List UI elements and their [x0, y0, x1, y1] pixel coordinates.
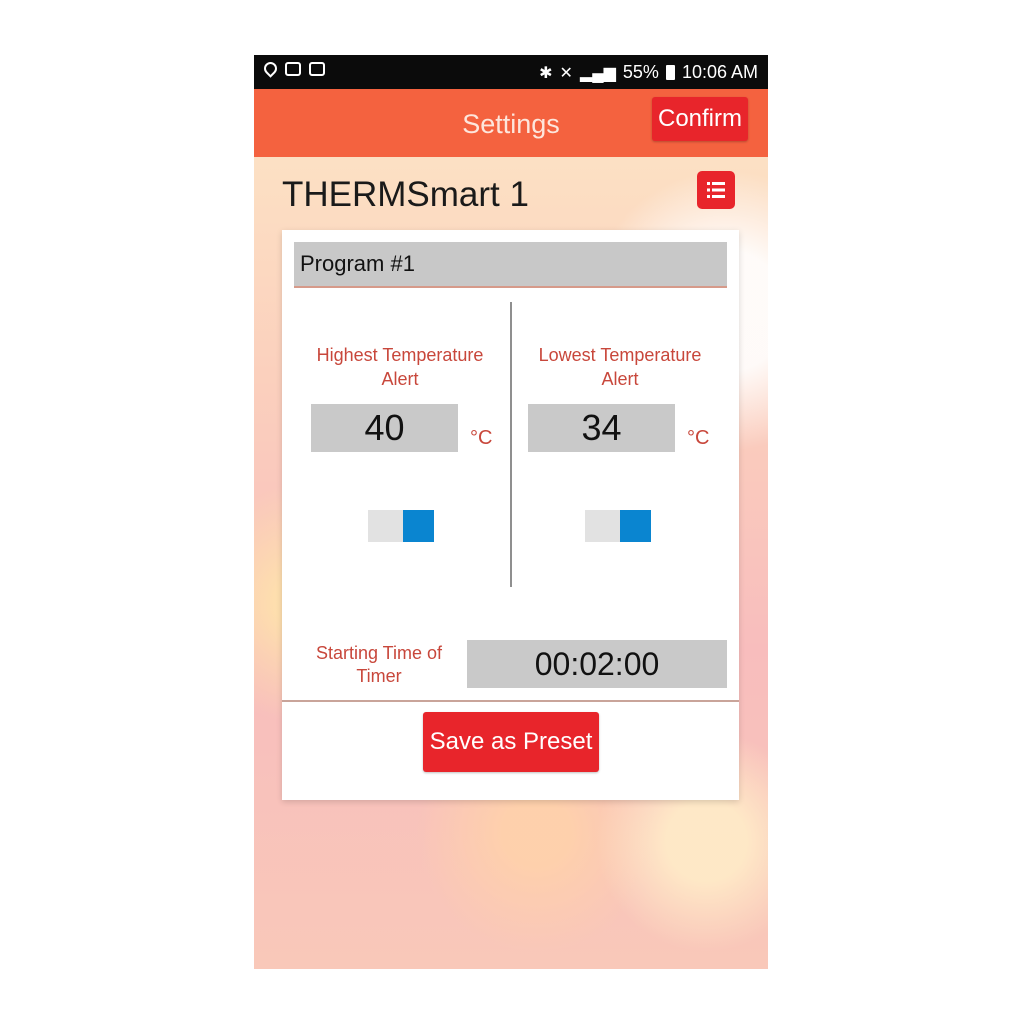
low-alert-toggle[interactable]	[585, 510, 651, 542]
location-icon	[261, 59, 280, 78]
app-bar: Settings Confirm	[254, 89, 768, 157]
system-icons: ✱ ✕ ▂▄▆ 55% 10:06 AM	[539, 62, 758, 83]
high-temp-input[interactable]: 40	[311, 404, 458, 452]
status-bar: ✱ ✕ ▂▄▆ 55% 10:06 AM	[254, 55, 768, 89]
program-name-field[interactable]: Program #1	[294, 242, 727, 288]
list-menu-button[interactable]	[697, 171, 735, 209]
notification-icons	[261, 59, 325, 78]
mail-icon	[309, 62, 325, 76]
list-icon	[707, 182, 725, 198]
settings-card: Program #1 Highest Temperature Alert 40 …	[282, 230, 739, 800]
high-temp-unit: °C	[470, 427, 493, 449]
mute-icon: ✕	[559, 64, 573, 82]
program-name: Program #1	[300, 251, 415, 276]
image-icon	[285, 62, 301, 76]
battery-icon	[665, 65, 675, 80]
signal-icon: ▂▄▆	[579, 64, 616, 82]
high-alert-label: Highest Temperature Alert	[316, 345, 484, 389]
device-name: THERMSmart 1	[282, 175, 529, 214]
clock: 10:06 AM	[681, 62, 758, 82]
timer-input[interactable]: 00:02:00	[467, 640, 727, 688]
section-divider	[282, 700, 739, 702]
column-divider	[510, 302, 512, 587]
save-preset-button[interactable]: Save as Preset	[423, 712, 599, 772]
high-alert-toggle[interactable]	[368, 510, 434, 542]
low-temp-input[interactable]: 34	[528, 404, 675, 452]
timer-label: Starting Time of Timer	[315, 643, 443, 686]
confirm-button[interactable]: Confirm	[652, 97, 748, 141]
low-alert-label: Lowest Temperature Alert	[538, 345, 702, 389]
bluetooth-icon: ✱	[539, 64, 553, 82]
phone-screen: ✱ ✕ ▂▄▆ 55% 10:06 AM Settings Confirm TH…	[254, 55, 768, 969]
low-temp-unit: °C	[687, 427, 710, 449]
toggle-knob	[620, 510, 651, 542]
toggle-knob	[403, 510, 434, 542]
battery-percent: 55%	[622, 62, 659, 82]
